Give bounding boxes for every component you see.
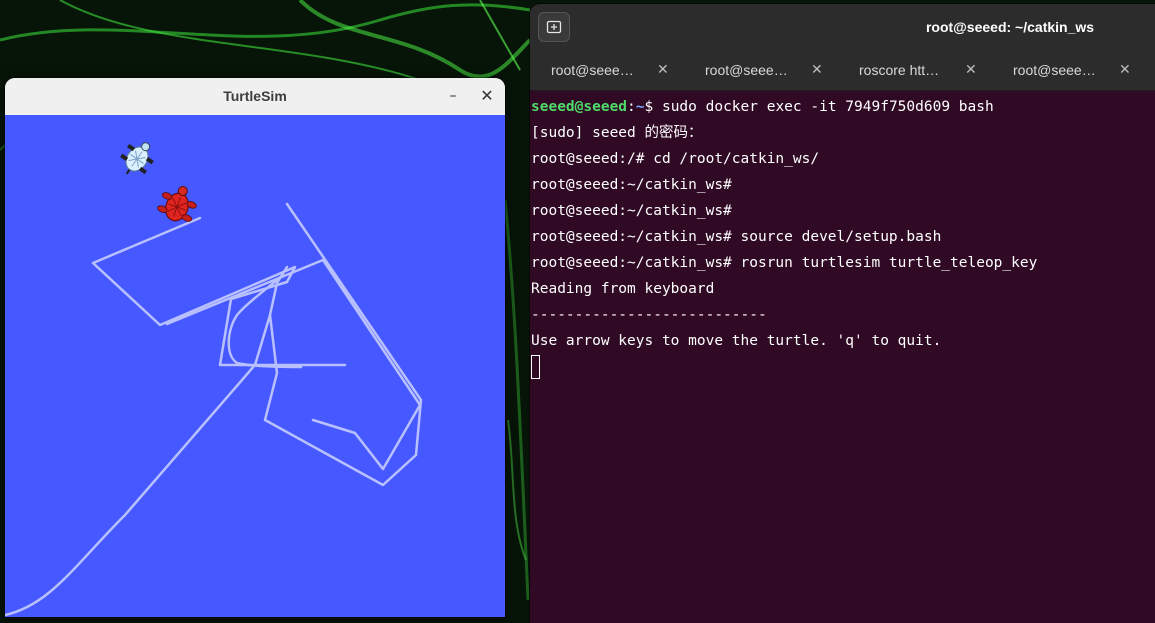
terminal-tabbar: root@seee… ✕ root@seee… ✕ roscore htt… ✕… xyxy=(530,50,1155,91)
terminal-line: root@seeed:~/catkin_ws# xyxy=(531,203,732,219)
prompt-user: seeed@seeed xyxy=(531,99,628,115)
turtlesim-titlebar[interactable]: TurtleSim – ✕ xyxy=(5,78,505,116)
tab-close-icon[interactable]: ✕ xyxy=(811,50,823,90)
prompt-separator: : xyxy=(627,99,636,115)
tab-2[interactable]: root@seee… ✕ xyxy=(684,50,838,90)
minimize-button[interactable]: – xyxy=(441,84,465,108)
turtlesim-window[interactable]: TurtleSim – ✕ xyxy=(5,78,505,617)
terminal-line: Use arrow keys to move the turtle. 'q' t… xyxy=(531,333,942,349)
tab-label: root@seee… xyxy=(705,62,788,78)
terminal-line: root@seeed:/# cd /root/catkin_ws/ xyxy=(531,151,820,167)
close-button[interactable]: ✕ xyxy=(475,84,499,108)
turtlesim-title: TurtleSim xyxy=(223,88,287,104)
tab-label: root@seee… xyxy=(551,62,634,78)
terminal-headerbar[interactable]: root@seeed: ~/catkin_ws xyxy=(530,4,1155,50)
tab-1[interactable]: root@seee… ✕ xyxy=(530,50,684,90)
prompt-dollar: $ xyxy=(644,99,662,115)
tab-close-icon[interactable]: ✕ xyxy=(1119,50,1131,90)
text-cursor xyxy=(531,355,540,379)
terminal-line: root@seeed:~/catkin_ws# source devel/set… xyxy=(531,229,942,245)
tab-label: roscore htt… xyxy=(859,62,940,78)
tab-close-icon[interactable]: ✕ xyxy=(657,50,669,90)
terminal-line: --------------------------- xyxy=(531,307,767,323)
terminal-output[interactable]: seeed@seeed:~$ sudo docker exec -it 7949… xyxy=(531,94,1155,623)
terminal-line: [sudo] seeed 的密码： xyxy=(531,125,703,141)
tab-3[interactable]: roscore htt… ✕ xyxy=(838,50,992,90)
terminal-line: root@seeed:~/catkin_ws# rosrun turtlesim… xyxy=(531,255,1038,271)
terminal-line: root@seeed:~/catkin_ws# xyxy=(531,177,732,193)
new-tab-icon xyxy=(546,20,562,34)
new-tab-button[interactable] xyxy=(538,12,570,42)
terminal-line: Reading from keyboard xyxy=(531,281,715,297)
terminal-line: seeed@seeed:~$ sudo docker exec -it 7949… xyxy=(531,94,1155,120)
terminal-cursor-line xyxy=(531,354,1155,380)
turtlesim-canvas xyxy=(5,115,505,617)
terminal-window[interactable]: root@seeed: ~/catkin_ws root@seee… ✕ roo… xyxy=(530,4,1155,623)
terminal-title: root@seeed: ~/catkin_ws xyxy=(925,19,1095,35)
tab-label: root@seee… xyxy=(1013,62,1096,78)
tab-4[interactable]: root@seee… ✕ xyxy=(992,50,1146,90)
tab-close-icon[interactable]: ✕ xyxy=(965,50,977,90)
prompt-path: ~ xyxy=(635,99,645,115)
command-text: sudo docker exec -it 7949f750d609 bash xyxy=(661,99,994,115)
